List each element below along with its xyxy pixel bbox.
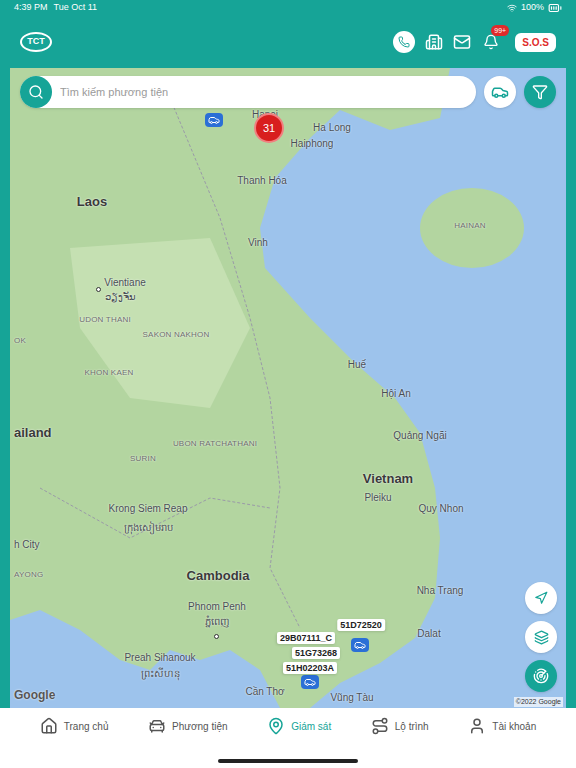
nav-item[interactable]: Phương tiện xyxy=(148,717,228,735)
home-indicator xyxy=(218,759,358,763)
map-label: Thanh Hóa xyxy=(237,176,286,186)
battery-icon xyxy=(548,1,562,15)
status-bar: 4:39 PM Tue Oct 11 100% xyxy=(0,0,576,16)
filter-button[interactable] xyxy=(524,76,556,108)
radar-icon xyxy=(533,668,549,684)
nav-icon xyxy=(468,717,486,735)
google-logo: Google xyxy=(14,686,55,704)
layers-icon xyxy=(534,630,549,645)
map-label: OK xyxy=(14,337,26,345)
map-label: ព្រះសីហនុ xyxy=(141,669,180,679)
car-icon xyxy=(491,83,509,101)
mail-icon[interactable] xyxy=(453,33,471,51)
search-bar[interactable]: Tìm kiếm phương tiện xyxy=(20,76,476,108)
vehicle-plate[interactable]: 51G73268 xyxy=(292,647,340,659)
map-label: Vinh xyxy=(248,238,268,248)
city-dot xyxy=(96,287,101,292)
nav-icon xyxy=(148,717,166,735)
map-controls xyxy=(525,582,557,692)
vehicle-plate[interactable]: 51H02203A xyxy=(283,662,337,674)
map[interactable]: HanoiHaiphongHa LongLaosThanh HóaVinhHAI… xyxy=(10,68,566,708)
search-icon xyxy=(28,84,44,100)
map-label: UDON THANI xyxy=(79,316,131,324)
battery-percent: 100% xyxy=(521,1,544,15)
notification-button[interactable]: 99+ xyxy=(481,32,501,52)
map-label: Phnom Penh xyxy=(188,602,246,612)
nav-icon xyxy=(371,717,389,735)
map-label: ភ្នំពេញ xyxy=(205,617,230,627)
map-label: Laos xyxy=(77,195,107,208)
building-icon[interactable] xyxy=(425,33,443,51)
map-label: HAINAN xyxy=(454,222,485,230)
locate-button[interactable] xyxy=(525,582,557,614)
map-label: ailand xyxy=(14,426,52,439)
map-label: ក្រុងសៀមរាប xyxy=(124,523,173,533)
map-label: Krong Siem Reap xyxy=(109,504,188,514)
status-time: 4:39 PM xyxy=(14,1,48,15)
car-icon xyxy=(304,676,316,688)
status-date: Tue Oct 11 xyxy=(54,1,98,15)
navigation-icon xyxy=(534,591,548,605)
search-button[interactable] xyxy=(20,76,52,108)
phone-icon xyxy=(398,36,410,48)
logo[interactable]: TCT xyxy=(20,32,52,52)
phone-button[interactable] xyxy=(393,31,415,53)
map-label: h City xyxy=(14,540,40,550)
map-label: Dalat xyxy=(417,629,440,639)
map-label: UBON RATCHATHANI xyxy=(173,440,257,448)
map-label: Haiphong xyxy=(291,139,334,149)
land-shape xyxy=(10,68,566,708)
vehicle-marker[interactable] xyxy=(351,638,369,652)
search-row: Tìm kiếm phương tiện xyxy=(20,76,556,108)
map-label: KHON KAEN xyxy=(85,369,134,377)
filter-icon xyxy=(532,84,548,100)
layers-button[interactable] xyxy=(525,621,557,653)
map-label: Quy Nhon xyxy=(418,504,463,514)
map-label: Vientiane xyxy=(104,278,146,288)
car-icon xyxy=(208,114,220,126)
sos-button[interactable]: S.O.S xyxy=(515,33,556,52)
nav-icon xyxy=(40,717,58,735)
map-label: Ha Long xyxy=(313,123,351,133)
map-copyright: ©2022 Google xyxy=(514,697,563,708)
vehicle-marker[interactable] xyxy=(301,675,319,689)
notification-badge: 99+ xyxy=(491,25,509,36)
map-label: Preah Sihanouk xyxy=(124,653,195,663)
nav-item[interactable]: Lộ trình xyxy=(371,717,429,735)
nav-icon xyxy=(267,717,285,735)
bottom-nav: Trang chủ Phương tiện Giám sát Lộ trình Tài … xyxy=(0,708,576,768)
map-label: SAKON NAKHON xyxy=(143,331,210,339)
bell-icon xyxy=(483,34,499,50)
map-label: Nha Trang xyxy=(417,586,464,596)
map-label: Vũng Tàu xyxy=(330,693,373,703)
header: TCT 99+ S.O.S xyxy=(0,16,576,68)
map-label: Cambodia xyxy=(187,569,250,582)
map-label: ວຽງຈັນ xyxy=(105,292,136,302)
map-label: Huế xyxy=(348,360,366,370)
vehicle-toggle-button[interactable] xyxy=(484,76,516,108)
city-dot xyxy=(214,634,219,639)
vehicle-cluster[interactable]: 31 xyxy=(254,113,284,143)
map-label: Hội An xyxy=(381,389,410,399)
car-icon xyxy=(354,639,366,651)
search-placeholder: Tìm kiếm phương tiện xyxy=(60,84,168,101)
vehicle-marker[interactable] xyxy=(205,113,223,127)
nav-item[interactable]: Trang chủ xyxy=(40,717,109,735)
map-label: Vietnam xyxy=(363,472,413,485)
wifi-icon xyxy=(507,3,517,13)
map-label: Pleiku xyxy=(364,493,391,503)
map-label: Cần Thơ xyxy=(245,687,284,697)
radar-button[interactable] xyxy=(525,660,557,692)
map-label: SURIN xyxy=(130,455,156,463)
vehicle-plate[interactable]: 51D72520 xyxy=(337,619,385,631)
map-label: AYONG xyxy=(14,571,43,579)
vehicle-plate[interactable]: 29B07111_C xyxy=(277,632,335,644)
nav-item[interactable]: Giám sát xyxy=(267,717,331,735)
map-label: Quảng Ngãi xyxy=(393,431,446,441)
app-screen: 4:39 PMTue Oct 11100%TCT99+S.O.SHanoiHai… xyxy=(0,0,576,768)
nav-item[interactable]: Tài khoản xyxy=(468,717,536,735)
